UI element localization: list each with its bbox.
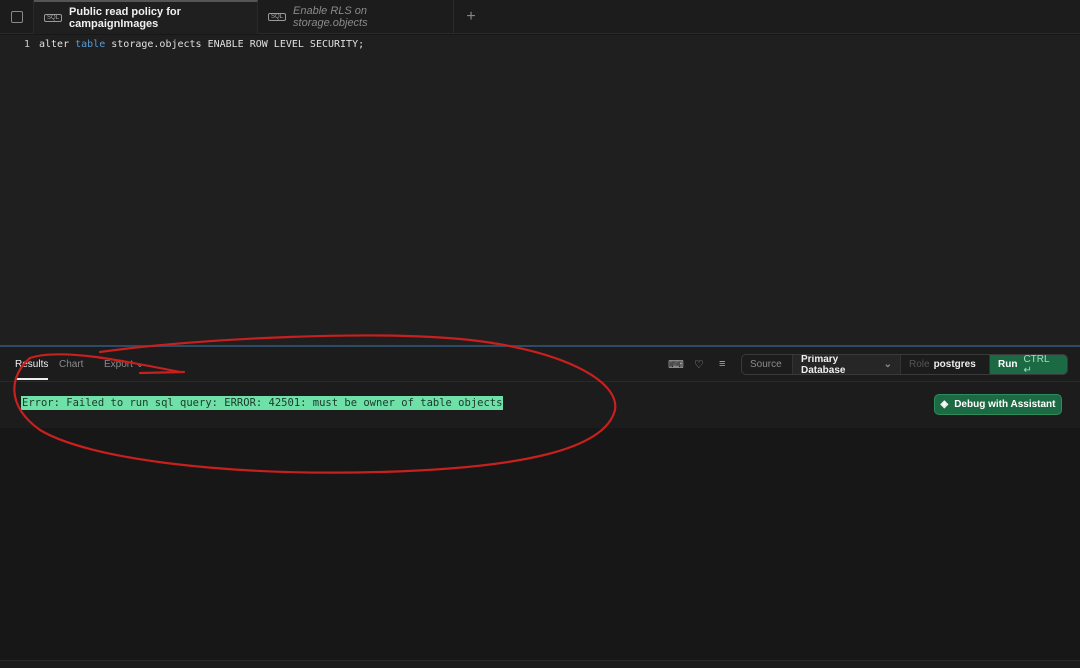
tab-label: Public read policy for campaignImages	[69, 6, 181, 30]
error-message: Error: Failed to run sql query: ERROR: 4…	[21, 396, 504, 410]
debug-with-assistant-button[interactable]: ◈ Debug with Assistant	[934, 394, 1062, 415]
tab-results[interactable]: Results	[15, 359, 49, 380]
chevron-down-icon: ⌄	[135, 359, 145, 370]
toggle-sidebar-button[interactable]	[0, 0, 34, 34]
tab-chart[interactable]: Chart	[59, 359, 83, 370]
sql-editor[interactable]: 1 alter table storage.objects ENABLE ROW…	[0, 35, 1080, 345]
sql-icon: SQL	[44, 14, 63, 22]
results-toolbar: Results Chart Export ⌄ ⌨ ♡ ≡ Source Prim…	[0, 347, 1080, 382]
sql-icon: SQL	[268, 13, 287, 21]
debug-label: Debug with Assistant	[954, 399, 1056, 410]
format-icon[interactable]: ≡	[719, 358, 725, 370]
heart-icon[interactable]: ♡	[694, 358, 704, 371]
tab-label: Enable RLS on storage.objects	[293, 5, 368, 29]
run-button[interactable]: Run CTRL ↵	[990, 355, 1067, 374]
export-label: Export	[104, 359, 133, 370]
database-label: Primary Database	[801, 354, 846, 375]
error-panel: Error: Failed to run sql query: ERROR: 4…	[0, 382, 1080, 428]
run-label: Run	[998, 359, 1018, 370]
code-text: alter table storage.objects ENABLE ROW L…	[34, 39, 364, 50]
database-dropdown[interactable]: Primary Database ⌄	[793, 355, 901, 374]
code-line: 1 alter table storage.objects ENABLE ROW…	[0, 35, 1080, 53]
chevron-down-icon: ⌄	[883, 359, 892, 370]
new-tab-button[interactable]: +	[454, 0, 488, 33]
tab-public-read-policy[interactable]: SQL Public read policy for campaignImage…	[34, 0, 258, 34]
role-dropdown[interactable]: Role postgres	[901, 355, 990, 374]
source-label: Source	[742, 355, 793, 374]
run-shortcut: CTRL ↵	[1023, 354, 1050, 375]
status-bar	[0, 660, 1080, 668]
code-part: storage.objects ENABLE ROW LEVEL SECURIT…	[105, 38, 365, 50]
role-label: Role	[909, 359, 930, 370]
plus-icon: +	[466, 7, 476, 25]
source-selector: Source Primary Database ⌄ Role postgres Ru…	[741, 354, 1068, 375]
keyboard-icon[interactable]: ⌨	[668, 358, 684, 371]
line-number: 1	[23, 38, 30, 50]
code-part: alter	[39, 38, 76, 50]
tab-bar: SQL Public read policy for campaignImage…	[0, 0, 1080, 34]
code-keyword: table	[75, 38, 106, 50]
export-dropdown[interactable]: Export ⌄	[104, 359, 144, 370]
role-value: postgres	[933, 359, 976, 370]
assistant-icon: ◈	[940, 399, 949, 410]
sidebar-icon	[10, 11, 23, 23]
tab-enable-rls[interactable]: SQL Enable RLS on storage.objects	[258, 0, 454, 34]
